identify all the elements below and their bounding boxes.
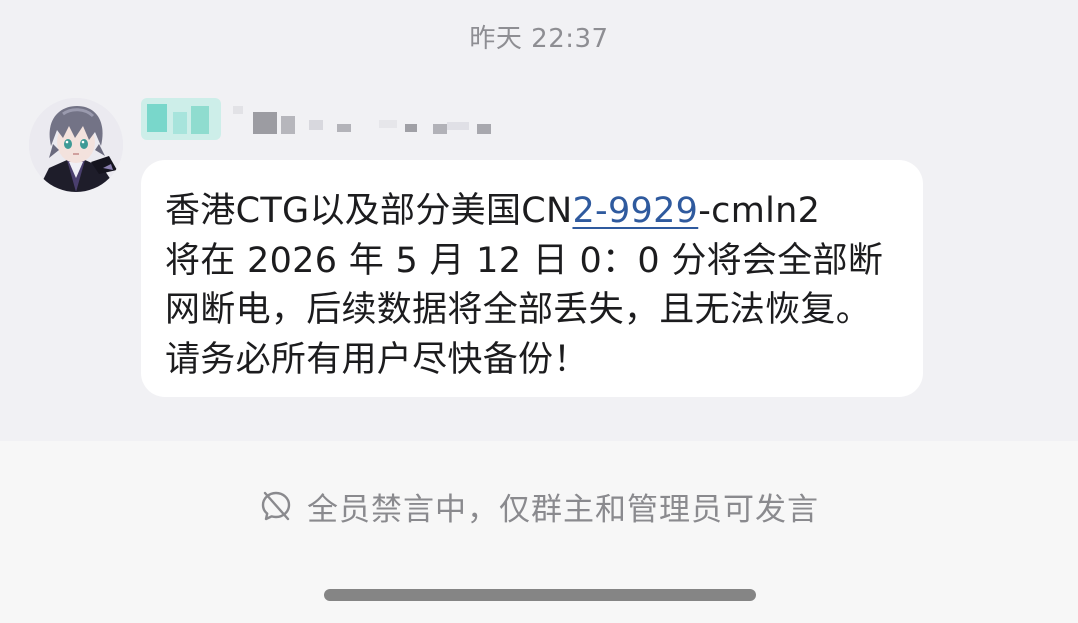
message-line-4: 请务必所有用户尽快备份！ (165, 339, 589, 380)
avatar-image (29, 98, 123, 192)
message-text: 香港CTG以及部分美国CN (165, 191, 573, 231)
message-text: -cmln2 (698, 191, 821, 231)
message-link[interactable]: 2-9929 (572, 191, 698, 231)
sender-name-redacted (141, 98, 501, 140)
message-line-1: 香港CTG以及部分美国CN2-9929-cmln2 (165, 187, 903, 237)
chat-disabled-icon (259, 489, 293, 523)
message-bubble[interactable]: 香港CTG以及部分美国CN2-9929-cmln2 将在 2026 年 5 月 … (141, 160, 923, 397)
mute-notice-text: 全员禁言中，仅群主和管理员可发言 (307, 491, 819, 528)
pixelated-sender-name (141, 98, 491, 140)
message-line-3: 网断电，后续数据将全部丢失，且无法恢复。 (165, 290, 872, 330)
home-indicator[interactable] (324, 589, 756, 601)
chat-area: 昨天 22:37 香港CTG以及部分美国CN2-9929-cmln2 将在 20… (0, 0, 1078, 441)
message-line-2: 将在 2026 年 5 月 12 日 0：0 分将会全部断 (165, 240, 884, 281)
mute-notice: 全员禁言中，仅群主和管理员可发言 (0, 484, 1078, 528)
sender-avatar[interactable] (29, 98, 123, 192)
message-timestamp: 昨天 22:37 (469, 24, 609, 54)
input-area: 全员禁言中，仅群主和管理员可发言 (0, 441, 1078, 623)
